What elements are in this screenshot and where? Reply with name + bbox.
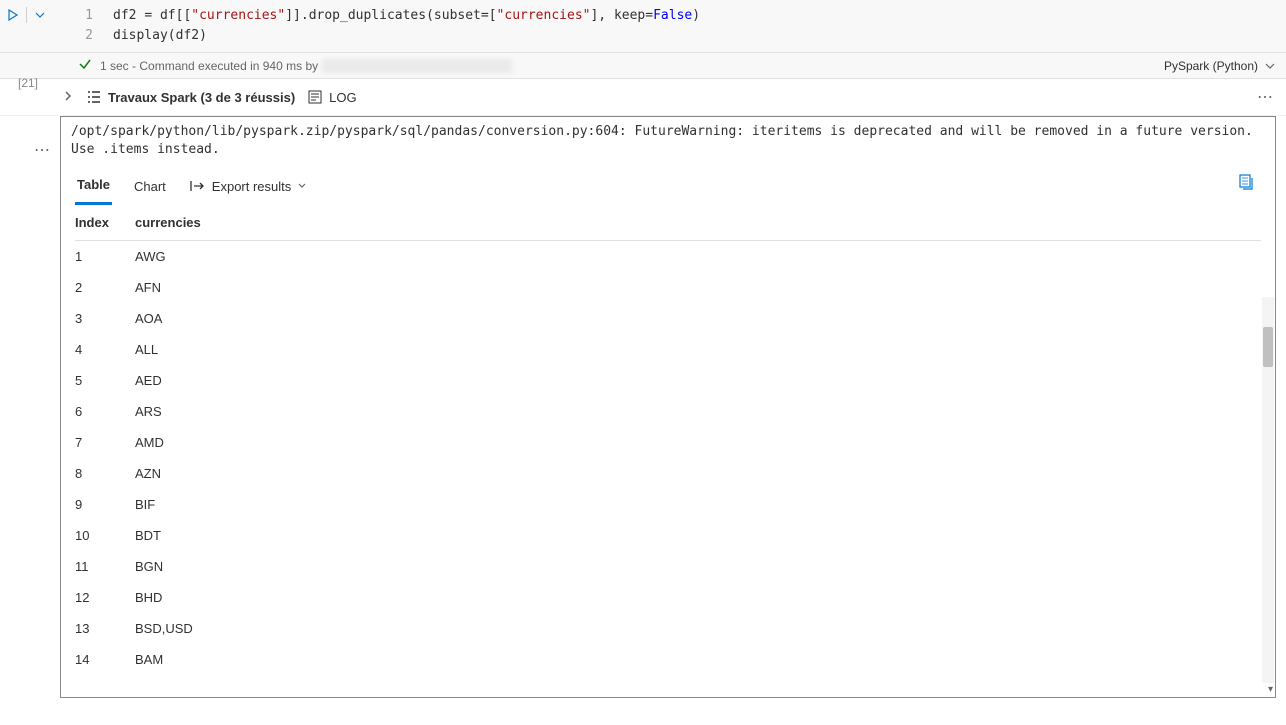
- line-number: 2: [53, 26, 113, 46]
- cell-currencies: AOA: [135, 311, 1261, 326]
- chevron-down-icon: [297, 181, 307, 191]
- log-label: LOG: [329, 90, 356, 105]
- cell-currencies: ARS: [135, 404, 1261, 419]
- log-link[interactable]: LOG: [307, 89, 356, 105]
- expand-toggle[interactable]: [62, 90, 74, 105]
- table-row[interactable]: 7AMD: [75, 427, 1261, 458]
- code-content: display(df2): [113, 26, 1286, 46]
- cell-index: 10: [75, 528, 135, 543]
- table-row[interactable]: 14BAM: [75, 644, 1261, 675]
- data-table: Index currencies 1AWG2AFN3AOA4ALL5AED6AR…: [61, 205, 1275, 675]
- line-number: 1: [53, 6, 113, 26]
- code-line: 2 display(df2): [53, 26, 1286, 46]
- cell-index: 9: [75, 497, 135, 512]
- table-row[interactable]: 13BSD,USD: [75, 613, 1261, 644]
- cell-index: 8: [75, 466, 135, 481]
- cell-more-menu[interactable]: ⋯: [34, 140, 51, 160]
- cell-currencies: BAM: [135, 652, 1261, 667]
- code-cell-header: 1 df2 = df[["currencies"]].drop_duplicat…: [0, 0, 1286, 53]
- copy-table-icon[interactable]: [1237, 173, 1255, 194]
- table-body: 1AWG2AFN3AOA4ALL5AED6ARS7AMD8AZN9BIF10BD…: [75, 241, 1261, 675]
- run-controls: [0, 0, 53, 30]
- cell-index: 13: [75, 621, 135, 636]
- log-icon: [307, 89, 323, 105]
- execution-message: - Command executed in 940 ms by: [132, 59, 318, 73]
- cell-index: 12: [75, 590, 135, 605]
- table-row[interactable]: 12BHD: [75, 582, 1261, 613]
- cell-index: 3: [75, 311, 135, 326]
- execution-duration: 1 sec: [100, 59, 129, 73]
- header-currencies[interactable]: currencies: [135, 215, 1261, 230]
- cell-currencies: AWG: [135, 249, 1261, 264]
- code-content: df2 = df[["currencies"]].drop_duplicates…: [113, 6, 1286, 26]
- scroll-down-arrow[interactable]: ▾: [1268, 684, 1273, 695]
- cell-index: 5: [75, 373, 135, 388]
- table-header-row: Index currencies: [75, 205, 1261, 241]
- kernel-selector[interactable]: PySpark (Python): [1164, 59, 1276, 73]
- table-row[interactable]: 2AFN: [75, 272, 1261, 303]
- cell-currencies: BSD,USD: [135, 621, 1261, 636]
- table-row[interactable]: 4ALL: [75, 334, 1261, 365]
- table-row[interactable]: 10BDT: [75, 520, 1261, 551]
- cell-index: 7: [75, 435, 135, 450]
- export-label: Export results: [212, 179, 291, 194]
- table-row[interactable]: 6ARS: [75, 396, 1261, 427]
- table-row[interactable]: 11BGN: [75, 551, 1261, 582]
- cell-index: 14: [75, 652, 135, 667]
- result-tabs: Table Chart Export results: [61, 165, 1275, 205]
- execution-status-bar: 1 sec - Command executed in 940 ms by Py…: [0, 53, 1286, 79]
- cell-currencies: AED: [135, 373, 1261, 388]
- code-line: 1 df2 = df[["currencies"]].drop_duplicat…: [53, 6, 1286, 26]
- output-panel: /opt/spark/python/lib/pyspark.zip/pyspar…: [60, 116, 1276, 698]
- cell-index: 4: [75, 342, 135, 357]
- cell-currencies: BGN: [135, 559, 1261, 574]
- cell-currencies: BDT: [135, 528, 1261, 543]
- run-button[interactable]: [4, 6, 22, 24]
- cell-currencies: ALL: [135, 342, 1261, 357]
- cell-currencies: BIF: [135, 497, 1261, 512]
- export-icon: [190, 179, 206, 193]
- play-icon: [7, 9, 19, 21]
- cell-index: 11: [75, 559, 135, 574]
- output-toolbar: Travaux Spark (3 de 3 réussis) LOG ⋯: [0, 79, 1286, 116]
- cell-index: 2: [75, 280, 135, 295]
- cell-currencies: AMD: [135, 435, 1261, 450]
- tab-table[interactable]: Table: [75, 173, 112, 205]
- success-check-icon: [78, 57, 92, 74]
- table-row[interactable]: 8AZN: [75, 458, 1261, 489]
- table-row[interactable]: 5AED: [75, 365, 1261, 396]
- chevron-down-icon: [1264, 60, 1276, 72]
- spark-jobs-link[interactable]: Travaux Spark (3 de 3 réussis): [86, 89, 295, 105]
- chevron-down-icon: [34, 9, 46, 21]
- table-row[interactable]: 3AOA: [75, 303, 1261, 334]
- export-results-button[interactable]: Export results: [188, 175, 309, 204]
- cell-currencies: BHD: [135, 590, 1261, 605]
- spark-jobs-label: Travaux Spark (3 de 3 réussis): [108, 90, 295, 105]
- cell-currencies: AZN: [135, 466, 1261, 481]
- tab-chart[interactable]: Chart: [132, 175, 168, 204]
- blurred-user-info: [322, 59, 512, 73]
- cell-index: 1: [75, 249, 135, 264]
- cell-index: 6: [75, 404, 135, 419]
- divider: [26, 7, 27, 23]
- run-dropdown[interactable]: [31, 6, 49, 24]
- kernel-label: PySpark (Python): [1164, 59, 1258, 73]
- scrollbar-thumb[interactable]: [1263, 327, 1273, 367]
- warning-output: /opt/spark/python/lib/pyspark.zip/pyspar…: [61, 117, 1275, 165]
- cell-currencies: AFN: [135, 280, 1261, 295]
- more-menu[interactable]: ⋯: [1257, 87, 1274, 107]
- code-editor[interactable]: 1 df2 = df[["currencies"]].drop_duplicat…: [53, 0, 1286, 52]
- table-row[interactable]: 1AWG: [75, 241, 1261, 272]
- header-index[interactable]: Index: [75, 215, 135, 230]
- chevron-right-icon: [62, 90, 74, 102]
- table-row[interactable]: 9BIF: [75, 489, 1261, 520]
- list-icon: [86, 89, 102, 105]
